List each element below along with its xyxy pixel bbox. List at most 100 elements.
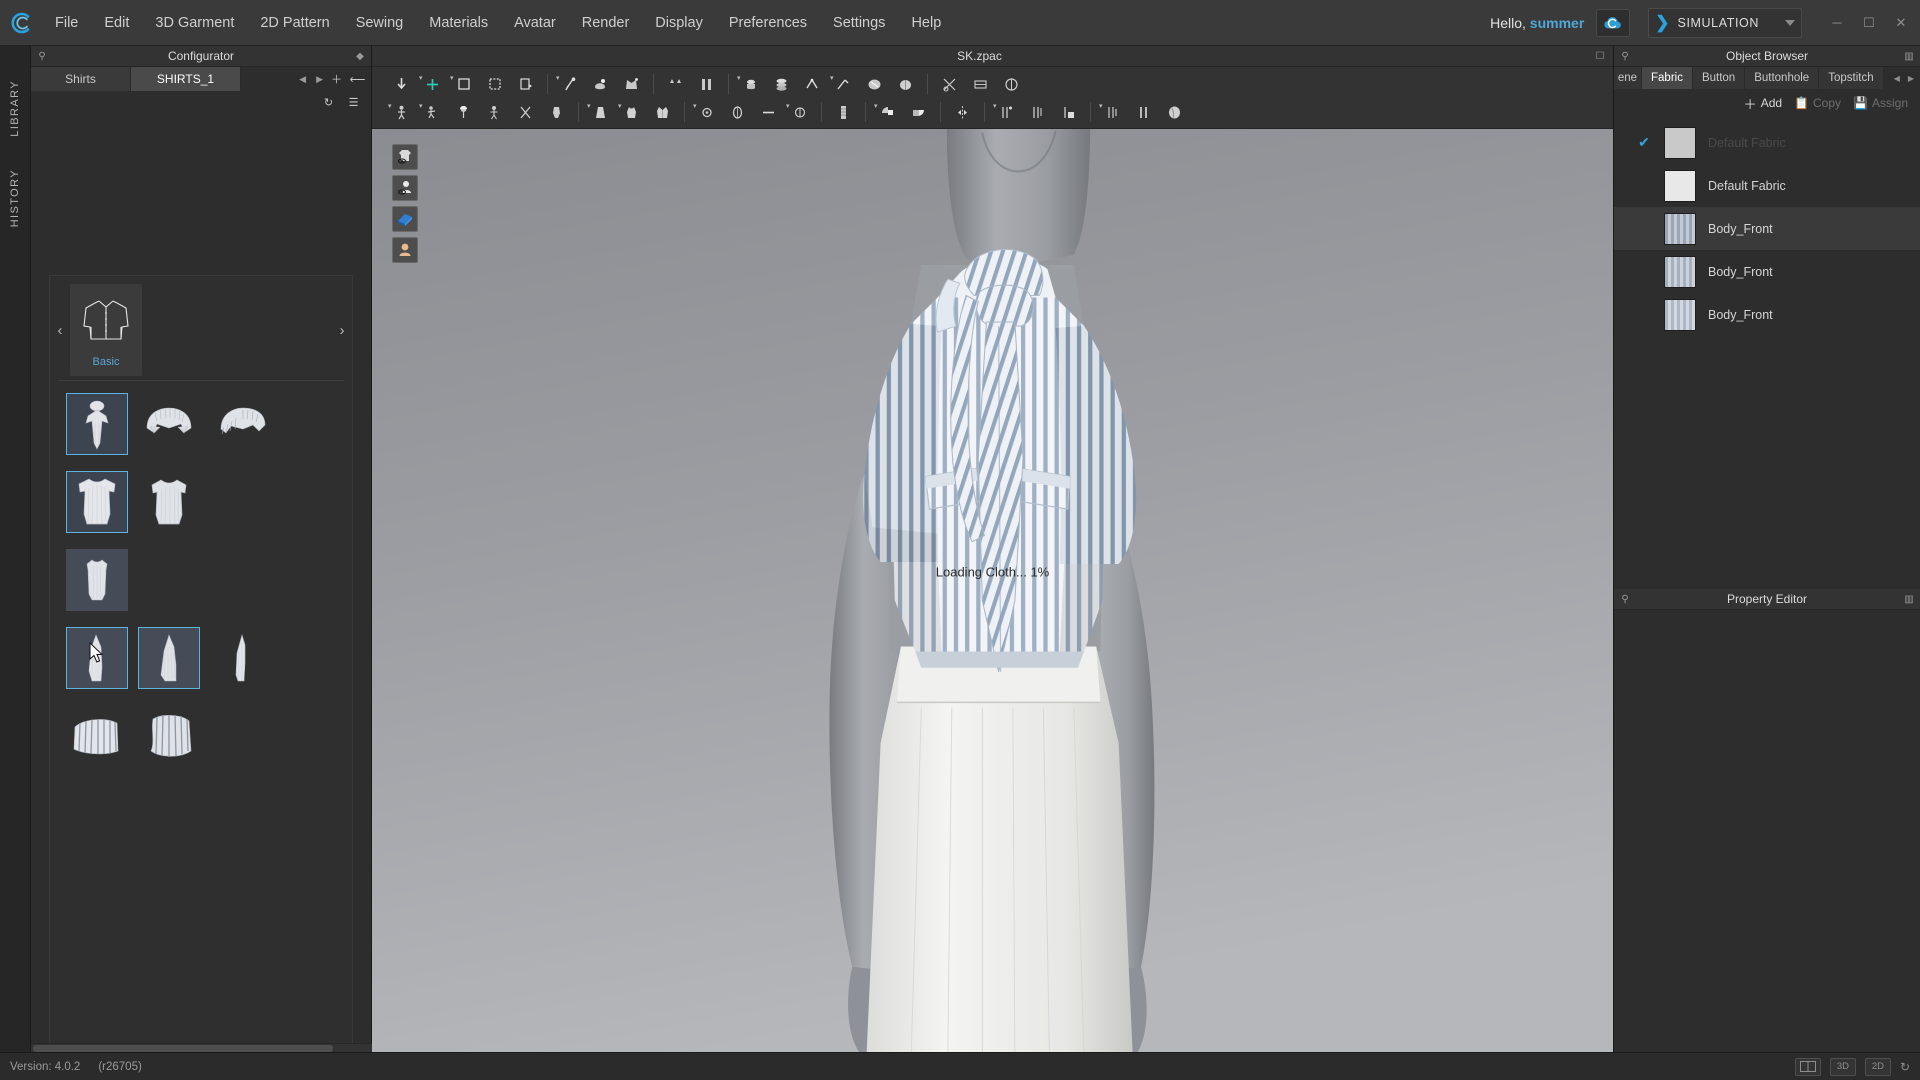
line-tool[interactable] xyxy=(753,99,784,125)
close-button[interactable]: ✕ xyxy=(1886,10,1916,36)
avatar-hair-tool[interactable] xyxy=(448,99,479,125)
dress-tool[interactable]: ▾ xyxy=(616,99,647,125)
dropdown-triangle-icon[interactable] xyxy=(1785,19,1795,26)
menu-item-materials[interactable]: Materials xyxy=(416,0,501,45)
category-card-basic[interactable]: Basic xyxy=(70,284,142,376)
tape-roll-tool[interactable] xyxy=(828,99,859,125)
avatar-pose-tool[interactable]: ▾ xyxy=(417,99,448,125)
rail-tab-library[interactable]: LIBRARY xyxy=(9,72,21,145)
transform-garment-tool[interactable]: ▾ xyxy=(417,71,448,97)
vest-tool[interactable] xyxy=(647,99,678,125)
dock-icon[interactable]: ▥ xyxy=(1898,594,1920,605)
viewport-dock-icon[interactable]: ☐ xyxy=(1587,51,1613,62)
ob-tab-prev[interactable]: ◀ xyxy=(1894,74,1900,83)
ob-tab-next[interactable]: ▶ xyxy=(1908,74,1914,83)
3d-viewport[interactable]: Loading Cloth... 1% xyxy=(372,129,1613,1052)
thumbnail-sleeve-medium[interactable] xyxy=(138,627,200,689)
copy-fabric-button[interactable]: 📋 Copy xyxy=(1794,96,1841,110)
thumbnail-body-fitted[interactable] xyxy=(66,471,128,533)
pattern-pair-tool[interactable] xyxy=(1128,99,1159,125)
menu-item-preferences[interactable]: Preferences xyxy=(716,0,820,45)
fold-arrange-tool[interactable] xyxy=(616,71,647,97)
split-view-button[interactable] xyxy=(1794,1057,1821,1076)
checkmark-icon[interactable]: ✔ xyxy=(1636,134,1652,151)
menu-item-render[interactable]: Render xyxy=(569,0,643,45)
menu-item-avatar[interactable]: Avatar xyxy=(501,0,569,45)
topstitch-tool[interactable] xyxy=(797,71,828,97)
menu-item-edit[interactable]: Edit xyxy=(91,0,142,45)
render-preview-tool[interactable] xyxy=(1159,99,1190,125)
menu-item-2d-pattern[interactable]: 2D Pattern xyxy=(247,0,342,45)
blue-book-icon[interactable] xyxy=(392,206,418,232)
thumbnail-bow-tie-collar[interactable] xyxy=(66,393,128,455)
thumbnail-body-slim[interactable] xyxy=(66,549,128,611)
add-icon[interactable]: ＋ xyxy=(329,72,344,87)
thumbnail-sleeve-long[interactable] xyxy=(210,627,272,689)
object-browser-tab-scene[interactable]: ene xyxy=(1614,67,1642,89)
trim-tool[interactable] xyxy=(934,71,965,97)
object-browser-tab-buttonhole[interactable]: Buttonhole xyxy=(1745,67,1820,89)
grading-tool[interactable] xyxy=(965,71,996,97)
assign-fabric-button[interactable]: 💾 Assign xyxy=(1853,96,1908,110)
configurator-tab-shirts-1[interactable]: SHIRTS_1 xyxy=(131,67,241,91)
thumbnail-body-relaxed[interactable] xyxy=(138,471,200,533)
fabric-row-3[interactable]: Body_Front xyxy=(1614,250,1920,293)
menu-item-file[interactable]: File xyxy=(42,0,91,45)
skin-head-icon[interactable] xyxy=(392,237,418,263)
pin-icon[interactable]: ⚲ xyxy=(1614,51,1636,62)
ellipse-tool[interactable] xyxy=(722,99,753,125)
list-icon[interactable]: ☰ xyxy=(346,95,361,110)
cloud-sync-icon[interactable] xyxy=(1596,8,1631,37)
thumbnail-cuff-flared[interactable] xyxy=(138,705,200,767)
dock-icon[interactable]: ▥ xyxy=(1898,51,1920,62)
pattern-layer-tool[interactable]: ▾ xyxy=(1097,99,1128,125)
tape-measure-tool[interactable] xyxy=(585,71,616,97)
fabric-puckering-tool[interactable] xyxy=(859,71,890,97)
menu-item-settings[interactable]: Settings xyxy=(820,0,898,45)
avatar-edit-tool[interactable] xyxy=(479,99,510,125)
menu-item-sewing[interactable]: Sewing xyxy=(343,0,417,45)
copy-pattern-tool[interactable] xyxy=(510,71,541,97)
back-arrow-icon[interactable]: ⟵ xyxy=(350,72,366,87)
refresh-icon[interactable]: ↻ xyxy=(321,95,336,110)
tab-prev-button[interactable]: ◀ xyxy=(299,74,306,85)
pattern-symmetric-tool[interactable]: ▾ xyxy=(991,99,1022,125)
mannequin-tool[interactable] xyxy=(541,99,572,125)
thumbnail-cuff-straight[interactable] xyxy=(66,705,128,767)
configurator-tab-shirts[interactable]: Shirts xyxy=(31,67,131,91)
dock-icon[interactable]: ◆ xyxy=(349,51,371,62)
thumbnail-sleeve-short[interactable] xyxy=(66,627,128,689)
select-mesh-tool[interactable] xyxy=(386,71,417,97)
configurator-horizontal-scrollbar[interactable] xyxy=(31,1043,372,1052)
avatar-move-tool[interactable]: ▾ xyxy=(386,99,417,125)
fabric-row-0[interactable]: ✔ Default Fabric xyxy=(1614,121,1920,164)
light-right-tool[interactable] xyxy=(903,99,934,125)
garment-eye-icon[interactable] xyxy=(392,144,418,170)
avatar-measure-tool[interactable] xyxy=(510,99,541,125)
stitch-line-tool[interactable]: ▾ xyxy=(828,71,859,97)
menu-item-display[interactable]: Display xyxy=(642,0,716,45)
arrange-tool[interactable] xyxy=(996,71,1027,97)
skirt-tool[interactable]: ▾ xyxy=(585,99,616,125)
category-prev-arrow[interactable]: ‹ xyxy=(50,322,70,339)
edit-pattern-tool[interactable] xyxy=(479,71,510,97)
add-fabric-button[interactable]: ＋ Add xyxy=(1744,94,1782,113)
view-2d-button[interactable]: 2D xyxy=(1864,1057,1891,1076)
object-browser-tab-button[interactable]: Button xyxy=(1692,67,1746,89)
configurator-content-scroll[interactable]: ‹ Basic › xyxy=(31,275,371,1052)
fabric-row-2[interactable]: Body_Front xyxy=(1614,207,1920,250)
maximize-button[interactable]: ☐ xyxy=(1854,10,1884,36)
thumbnail-flat-collar[interactable] xyxy=(138,393,200,455)
pin-tool[interactable]: ▾ xyxy=(554,71,585,97)
tab-next-button[interactable]: ▶ xyxy=(316,74,323,85)
avatar-eye-icon[interactable] xyxy=(392,175,418,201)
buttonhole-tool[interactable] xyxy=(766,71,797,97)
minimize-button[interactable]: ─ xyxy=(1822,10,1852,36)
pattern-attach-tool[interactable] xyxy=(1053,99,1084,125)
garment-fit-tool[interactable] xyxy=(660,71,691,97)
light-left-tool[interactable]: ▾ xyxy=(872,99,903,125)
category-next-arrow[interactable]: › xyxy=(332,322,352,339)
pattern-flip-tool[interactable] xyxy=(1022,99,1053,125)
mirror-tool[interactable] xyxy=(947,99,978,125)
object-browser-tab-topstitch[interactable]: Topstitch xyxy=(1819,67,1884,89)
